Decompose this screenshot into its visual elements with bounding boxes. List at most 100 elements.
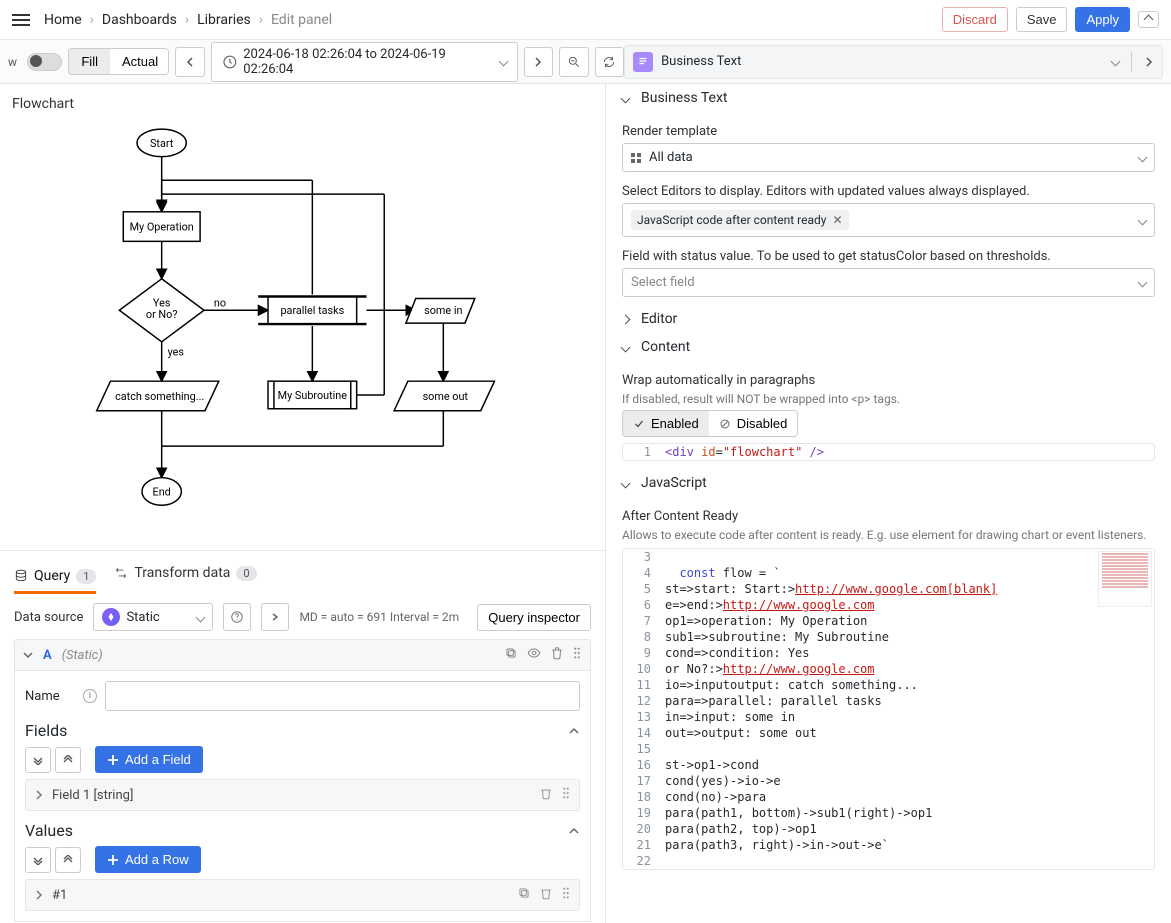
save-button[interactable]: Save	[1016, 7, 1068, 32]
toggle-query-visibility-icon[interactable]	[526, 646, 542, 664]
business-text-plugin-icon	[633, 52, 653, 72]
datasource-help-button[interactable]	[223, 603, 251, 631]
query-ref-id: A	[43, 648, 52, 663]
delete-query-icon[interactable]	[550, 646, 564, 664]
javascript-code-editor[interactable]: 3 4 const flow = ` 5st=>start: Start:>ht…	[622, 548, 1155, 870]
value-row[interactable]: #1	[25, 879, 580, 911]
tab-query[interactable]: Query 1	[14, 562, 96, 594]
time-back-button[interactable]	[175, 47, 204, 77]
display-mode-fill[interactable]: Fill	[69, 49, 110, 74]
discard-button[interactable]: Discard	[942, 7, 1008, 32]
section-business-text[interactable]: Business Text	[606, 84, 1171, 112]
section-javascript[interactable]: JavaScript	[606, 469, 1171, 497]
static-datasource-icon	[102, 608, 120, 626]
delete-field-icon[interactable]	[539, 786, 553, 804]
breadcrumb-dashboards[interactable]: Dashboards	[102, 12, 177, 28]
breadcrumb-home[interactable]: Home	[44, 12, 82, 28]
expand-all-fields-button[interactable]	[55, 747, 81, 773]
refresh-button[interactable]	[595, 47, 624, 77]
editors-display-select[interactable]: JavaScript code after content ready ✕	[622, 203, 1155, 237]
query-options-toggle[interactable]	[261, 603, 289, 631]
plus-icon	[107, 854, 119, 866]
query-datasource-name: (Static)	[62, 648, 103, 663]
info-icon[interactable]: i	[83, 689, 97, 703]
display-mode-actual[interactable]: Actual	[110, 49, 169, 74]
wrap-enabled-button[interactable]: Enabled	[623, 411, 709, 436]
tab-transform[interactable]: Transform data 0	[114, 559, 256, 587]
check-icon	[633, 418, 645, 430]
chevron-down-icon	[23, 650, 33, 660]
collapse-fields-icon[interactable]	[568, 725, 580, 737]
time-forward-button[interactable]	[524, 47, 553, 77]
table-view-toggle[interactable]	[27, 53, 62, 71]
status-field-label: Field with status value. To be used to g…	[622, 249, 1155, 264]
drag-handle-icon[interactable]	[561, 786, 571, 804]
svg-text:parallel tasks: parallel tasks	[280, 304, 344, 317]
query-options-meta: MD = auto = 691 Interval = 2m	[299, 610, 459, 624]
query-name-label: Name	[25, 689, 75, 704]
bottom-tabs: Query 1 Transform data 0	[0, 550, 605, 595]
collapse-all-fields-button[interactable]	[25, 747, 51, 773]
breadcrumb-libraries[interactable]: Libraries	[197, 12, 251, 28]
editors-display-label: Select Editors to display. Editors with …	[622, 184, 1155, 199]
add-field-button[interactable]: Add a Field	[95, 746, 203, 773]
chevron-right-icon[interactable]	[1144, 57, 1154, 67]
section-content[interactable]: Content	[606, 333, 1171, 361]
drag-handle-icon[interactable]	[561, 886, 571, 904]
duplicate-row-icon[interactable]	[517, 886, 531, 904]
collapse-toggle-button[interactable]	[1138, 11, 1159, 28]
panel-title: Flowchart	[12, 96, 593, 112]
wrap-disabled-button[interactable]: Disabled	[709, 411, 798, 436]
apply-button[interactable]: Apply	[1075, 7, 1130, 32]
time-range-label: 2024-06-18 02:26:04 to 2024-06-19 02:26:…	[243, 47, 494, 77]
query-name-input[interactable]	[105, 681, 580, 711]
duplicate-query-icon[interactable]	[504, 646, 518, 664]
collapse-values-icon[interactable]	[568, 825, 580, 837]
svg-text:catch something...: catch something...	[115, 390, 204, 403]
transform-count-badge: 0	[236, 566, 256, 581]
content-code-editor[interactable]: 1 <div id="flowchart" />	[622, 443, 1155, 461]
add-row-button[interactable]: Add a Row	[95, 846, 201, 873]
svg-text:yes: yes	[168, 346, 185, 359]
values-heading: Values	[25, 821, 73, 840]
svg-text:some out: some out	[423, 390, 469, 403]
query-row-header[interactable]: A (Static)	[14, 639, 591, 671]
clock-icon	[222, 54, 238, 70]
status-field-select[interactable]: Select field	[622, 268, 1155, 297]
field-row[interactable]: Field 1 [string]	[25, 779, 580, 811]
chevron-down-icon	[622, 340, 635, 355]
breadcrumb-edit-panel: Edit panel	[271, 12, 332, 28]
tableview-label: w	[8, 55, 21, 69]
after-content-ready-hint: Allows to execute code after content is …	[622, 528, 1155, 542]
chevron-right-icon	[34, 790, 44, 800]
cancel-icon	[719, 418, 731, 430]
delete-row-icon[interactable]	[539, 886, 553, 904]
svg-text:End: End	[153, 485, 171, 498]
remove-chip-icon[interactable]: ✕	[832, 213, 842, 227]
chevron-down-icon	[622, 476, 635, 491]
hamburger-menu-icon[interactable]	[12, 10, 32, 30]
zoom-out-button[interactable]	[559, 47, 588, 77]
svg-text:or No?: or No?	[146, 308, 178, 321]
svg-text:My Subroutine: My Subroutine	[278, 389, 348, 402]
code-minimap[interactable]	[1098, 551, 1152, 607]
render-template-label: Render template	[622, 124, 1155, 139]
chevron-down-icon	[1139, 275, 1146, 290]
visualization-picker[interactable]: Business Text	[624, 45, 1163, 79]
fields-heading: Fields	[25, 721, 67, 740]
query-inspector-button[interactable]: Query inspector	[477, 604, 591, 631]
chevron-down-icon	[1112, 54, 1119, 69]
section-editor[interactable]: Editor	[606, 305, 1171, 333]
flowchart-canvas: Start My Operation Yes or No? no yes	[12, 118, 593, 538]
data-source-label: Data source	[14, 610, 83, 625]
after-content-ready-label: After Content Ready	[622, 509, 1155, 524]
time-range-picker[interactable]: 2024-06-18 02:26:04 to 2024-06-19 02:26:…	[211, 42, 518, 82]
drag-handle-icon[interactable]	[572, 646, 582, 664]
chevron-down-icon	[1139, 213, 1146, 228]
data-source-select[interactable]: Static	[93, 603, 213, 631]
breadcrumb: Home › Dashboards › Libraries › Edit pan…	[44, 12, 332, 28]
visualization-picker-label: Business Text	[661, 54, 741, 69]
render-template-select[interactable]: All data	[622, 143, 1155, 172]
expand-all-values-button[interactable]	[55, 847, 81, 873]
collapse-all-values-button[interactable]	[25, 847, 51, 873]
